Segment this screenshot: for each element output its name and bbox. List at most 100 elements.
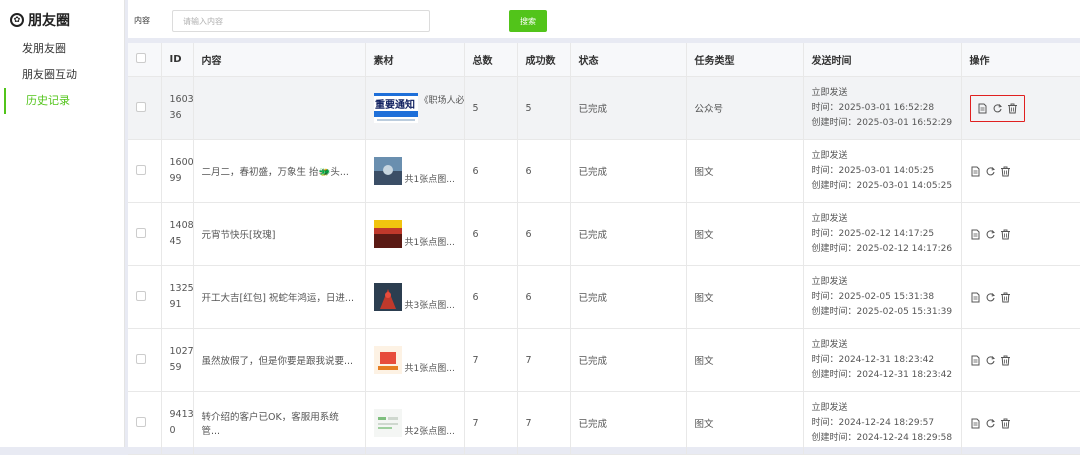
row-actions: [961, 139, 1080, 203]
trash-icon[interactable]: [1000, 166, 1011, 177]
row-total: 7: [464, 391, 518, 455]
row-content: 开工大吉[红包] 祝蛇年鸿运，日进...: [193, 265, 366, 329]
material-thumbnail[interactable]: [373, 346, 402, 374]
trash-icon[interactable]: [1000, 418, 1011, 429]
refresh-icon[interactable]: [985, 166, 996, 177]
material-count: 共1张点图...: [404, 175, 455, 185]
row-action-icons: [970, 292, 1072, 303]
sidebar: ✿ 朋友圈 发朋友圈 朋友圈互动 历史记录: [0, 0, 125, 447]
row-content: 虽然放假了，但是你要是跟我说要...: [193, 328, 366, 392]
select-all-checkbox[interactable]: [136, 53, 146, 63]
header-material: 素材: [365, 43, 465, 77]
row-content: 元宵节快乐[玫瑰]: [193, 202, 366, 266]
thumbnail-title: 重要通知: [375, 98, 415, 111]
refresh-icon[interactable]: [985, 418, 996, 429]
header-task-type: 任务类型: [686, 43, 804, 77]
material-thumbnail[interactable]: [373, 409, 402, 437]
refresh-icon[interactable]: [985, 355, 996, 366]
refresh-icon[interactable]: [985, 229, 996, 240]
row-success: 7: [517, 391, 571, 455]
send-time: 时间：2025-02-05 15:31:38: [811, 291, 935, 302]
trash-icon[interactable]: [1007, 103, 1018, 114]
row-status: 已完成: [570, 265, 687, 329]
row-actions: [961, 328, 1080, 392]
header-id: ID: [161, 43, 194, 77]
row-task-type: 图文: [686, 139, 804, 203]
row-send-time: 立即发送 时间：2025-02-12 14:17:25 创建时间：2025-02…: [803, 202, 962, 266]
row-checkbox[interactable]: [136, 164, 146, 175]
row-id-line1: 9413: [169, 409, 193, 420]
row-id-line2: 59: [169, 362, 182, 373]
row-send-time: 立即发送 时间：2025-03-01 14:05:25 创建时间：2025-03…: [803, 139, 962, 203]
row-send-time: 立即发送 时间：2024-12-31 18:23:42 创建时间：2024-12…: [803, 328, 962, 392]
material-thumbnail[interactable]: [373, 157, 402, 185]
row-success: 6: [517, 139, 571, 203]
header-actions: 操作: [961, 43, 1080, 77]
sidebar-item-post[interactable]: 发朋友圈: [0, 36, 124, 62]
header-send-time: 发送时间: [803, 43, 962, 77]
row-checkbox[interactable]: [136, 416, 146, 427]
send-time: 时间：2024-12-24 18:29:57: [811, 417, 935, 428]
row-checkbox[interactable]: [136, 353, 146, 364]
document-icon[interactable]: [977, 103, 988, 114]
row-action-icons: [970, 166, 1072, 177]
search-input[interactable]: [172, 10, 430, 32]
trash-icon[interactable]: [1000, 355, 1011, 366]
row-checkbox[interactable]: [136, 227, 146, 238]
row-success: 5: [517, 76, 571, 140]
send-mode: 立即发送: [811, 276, 848, 287]
row-status: 已完成: [570, 328, 687, 392]
document-icon[interactable]: [970, 418, 981, 429]
row-success: 7: [517, 328, 571, 392]
row-select-cell: [128, 265, 162, 329]
create-time: 创建时间：2024-12-31 18:23:42: [811, 369, 953, 380]
header-success: 成功数: [517, 43, 571, 77]
sidebar-item-interaction[interactable]: 朋友圈互动: [0, 62, 124, 88]
table-row: 1325 91 开工大吉[红包] 祝蛇年鸿运，日进... 共3张点图... 6 6…: [128, 265, 1080, 329]
row-action-icons: [970, 229, 1072, 240]
row-checkbox[interactable]: [136, 290, 146, 301]
row-task-type: 图文: [686, 391, 804, 455]
sidebar-item-history[interactable]: 历史记录: [4, 88, 124, 114]
row-id-line1: 1600: [169, 157, 193, 168]
row-actions: [961, 202, 1080, 266]
material-count: 共2张点图...: [404, 427, 455, 437]
row-success: 6: [517, 202, 571, 266]
row-action-icons: [970, 355, 1072, 366]
document-icon[interactable]: [970, 166, 981, 177]
create-time: 创建时间：2025-03-01 14:05:25: [811, 180, 953, 191]
table-row: 1408 45 元宵节快乐[玫瑰] 共1张点图... 6 6 已完成 图文 立即发…: [128, 202, 1080, 266]
search-bar: 内容 搜索: [128, 0, 1080, 38]
trash-icon[interactable]: [1000, 229, 1011, 240]
row-id-line2: 0: [169, 425, 176, 436]
row-status: 已完成: [570, 391, 687, 455]
row-total: 6: [464, 202, 518, 266]
material-thumbnail[interactable]: [373, 220, 402, 248]
row-content: 转介绍的客户已OK，客服用系统管...: [193, 391, 366, 455]
refresh-icon[interactable]: [992, 103, 1003, 114]
document-icon[interactable]: [970, 292, 981, 303]
row-id-line2: 91: [169, 299, 182, 310]
history-table: ID 内容 素材 总数 成功数 状态 任务类型 发送时间 操作 1603 36 重…: [128, 43, 1080, 455]
row-id-line1: 1603: [169, 94, 193, 105]
row-status: 已完成: [570, 139, 687, 203]
row-id-line1: 1408: [169, 220, 193, 231]
material-thumbnail[interactable]: [373, 283, 402, 311]
document-icon[interactable]: [970, 229, 981, 240]
row-checkbox[interactable]: [136, 101, 146, 112]
row-id-line2: 45: [169, 236, 182, 247]
material-thumbnail[interactable]: 重要通知: [373, 93, 418, 123]
row-id: 9413 0: [161, 391, 194, 455]
send-mode: 立即发送: [811, 339, 848, 350]
row-id-line2: 36: [169, 110, 182, 121]
row-id: 1600 99: [161, 139, 194, 203]
row-status: 已完成: [570, 76, 687, 140]
search-button[interactable]: 搜索: [509, 10, 547, 32]
trash-icon[interactable]: [1000, 292, 1011, 303]
row-id: 1027 59: [161, 328, 194, 392]
refresh-icon[interactable]: [985, 292, 996, 303]
row-actions: [961, 265, 1080, 329]
row-content: [193, 76, 366, 140]
document-icon[interactable]: [970, 355, 981, 366]
settings-icon: ✿: [10, 13, 24, 27]
